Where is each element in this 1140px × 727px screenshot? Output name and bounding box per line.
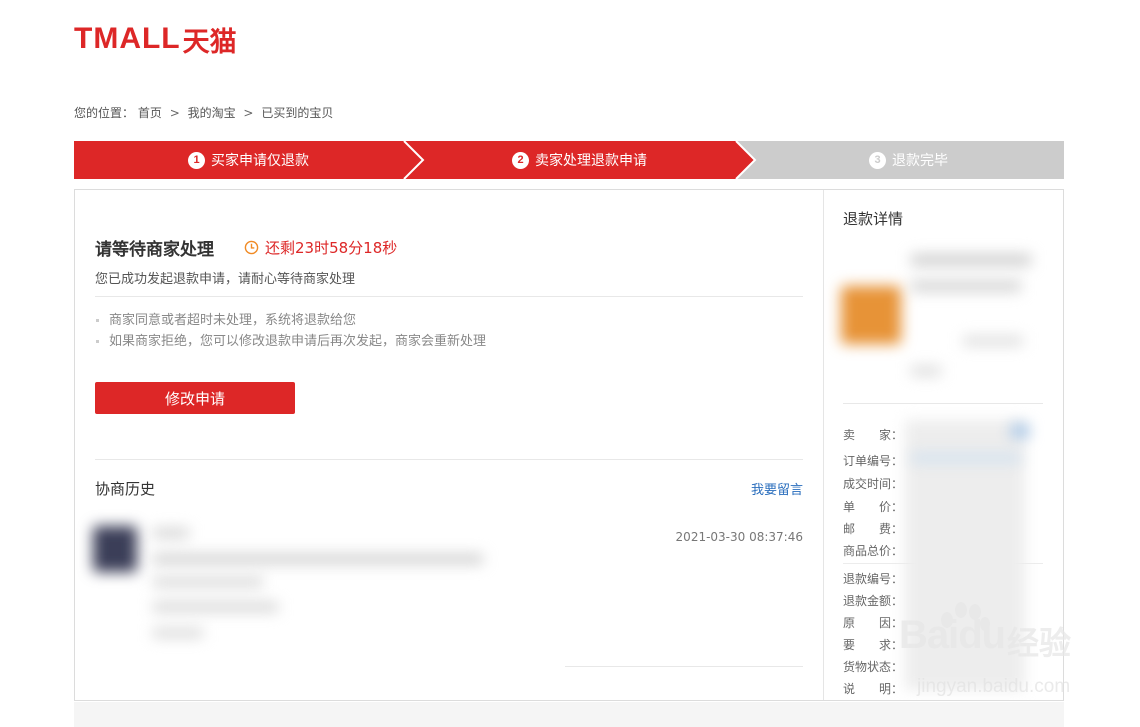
status-title: 请等待商家处理 <box>95 240 214 260</box>
label-goods-status: 货物状态： <box>843 660 904 674</box>
logo-cn-text: 天猫 <box>182 26 237 58</box>
countdown-text: 还剩23时58分18秒 <box>265 239 398 257</box>
breadcrumb-prefix: 您的位置： <box>74 106 135 120</box>
label-deal-time: 成交时间： <box>843 477 904 491</box>
breadcrumb-my-taobao[interactable]: 我的淘宝 <box>188 106 236 120</box>
label-seller: 卖 家： <box>843 428 904 442</box>
status-tips: 商家同意或者超时未处理，系统将退款给您 如果商家拒绝，您可以修改退款申请后再次发… <box>95 310 486 352</box>
redacted-text <box>153 602 278 612</box>
label-refund-amount: 退款金额： <box>843 594 904 608</box>
label-note: 说 明： <box>843 682 904 696</box>
tmall-logo[interactable]: TMALL 天猫 <box>74 22 237 58</box>
countdown-timer: 还剩23时58分18秒 <box>244 237 397 258</box>
redacted-text <box>911 280 1021 292</box>
refund-status-section: 请等待商家处理 还剩23时58分18秒 您已成功发起退款申请，请耐心等待商家处理… <box>93 190 803 700</box>
leave-message-link[interactable]: 我要留言 <box>751 479 803 498</box>
step-2: 2 卖家处理退款申请 <box>512 141 647 179</box>
tip-item: 如果商家拒绝，您可以修改退款申请后再次发起，商家会重新处理 <box>95 331 486 352</box>
step-1-label: 买家申请仅退款 <box>211 153 309 169</box>
step-2-number: 2 <box>512 151 529 169</box>
step-3: 3 退款完毕 <box>869 141 948 179</box>
redacted-text <box>153 528 189 538</box>
history-entry-time: 2021-03-30 08:37:46 <box>675 530 803 544</box>
redacted-text <box>911 454 1021 462</box>
status-subtitle: 您已成功发起退款申请，请耐心等待商家处理 <box>95 272 356 287</box>
divider <box>843 403 1043 404</box>
redacted-text <box>153 628 203 638</box>
step-1-number: 1 <box>188 151 205 169</box>
redacted-text <box>153 554 483 564</box>
breadcrumb-separator: > <box>243 106 254 120</box>
label-request: 要 求： <box>843 638 904 652</box>
label-reason: 原 因： <box>843 616 904 630</box>
divider <box>95 296 803 297</box>
breadcrumb-bought-items[interactable]: 已买到的宝贝 <box>261 106 333 120</box>
label-total: 商品总价： <box>843 544 904 558</box>
label-unit-price: 单 价： <box>843 500 904 514</box>
tip-item: 商家同意或者超时未处理，系统将退款给您 <box>95 310 486 331</box>
step-2-label: 卖家处理退款申请 <box>535 153 647 169</box>
logo-latin-text: TMALL <box>74 22 181 55</box>
step-1: 1 买家申请仅退款 <box>188 141 309 179</box>
label-order-number: 订单编号： <box>843 454 904 468</box>
user-avatar <box>93 526 137 572</box>
product-thumbnail[interactable] <box>841 286 901 344</box>
refund-detail-title: 退款详情 <box>843 210 904 228</box>
refund-panel: 请等待商家处理 还剩23时58分18秒 您已成功发起退款申请，请耐心等待商家处理… <box>74 189 1064 701</box>
modify-request-button[interactable]: 修改申请 <box>95 382 295 414</box>
step-3-number: 3 <box>869 151 886 169</box>
label-shipping: 邮 费： <box>843 522 904 536</box>
redacted-text <box>963 336 1023 346</box>
negotiation-history-title: 协商历史 <box>95 480 156 498</box>
panel-vertical-divider <box>823 190 824 700</box>
divider <box>565 666 803 667</box>
breadcrumb-home[interactable]: 首页 <box>138 106 162 120</box>
step-3-label: 退款完毕 <box>892 153 948 169</box>
breadcrumb: 您的位置： 首页 > 我的淘宝 > 已买到的宝贝 <box>74 104 333 121</box>
status-title-row: 请等待商家处理 还剩23时58分18秒 <box>95 235 397 260</box>
label-refund-number: 退款编号： <box>843 572 904 586</box>
clock-icon <box>244 240 259 255</box>
redacted-chat-icon <box>1011 424 1029 438</box>
divider <box>95 459 803 460</box>
page-bottom-strip <box>74 702 1064 727</box>
refund-progress-steps: 1 买家申请仅退款 2 卖家处理退款申请 3 退款完毕 <box>74 141 1064 179</box>
breadcrumb-separator: > <box>169 106 180 120</box>
redacted-text <box>153 577 263 587</box>
redacted-text <box>911 366 941 376</box>
refund-detail-section: 退款详情 卖 家： 订单编号： 成交时间： 单 价： 邮 费： 商品总价： 退款… <box>841 190 1043 700</box>
redacted-text <box>911 254 1031 266</box>
